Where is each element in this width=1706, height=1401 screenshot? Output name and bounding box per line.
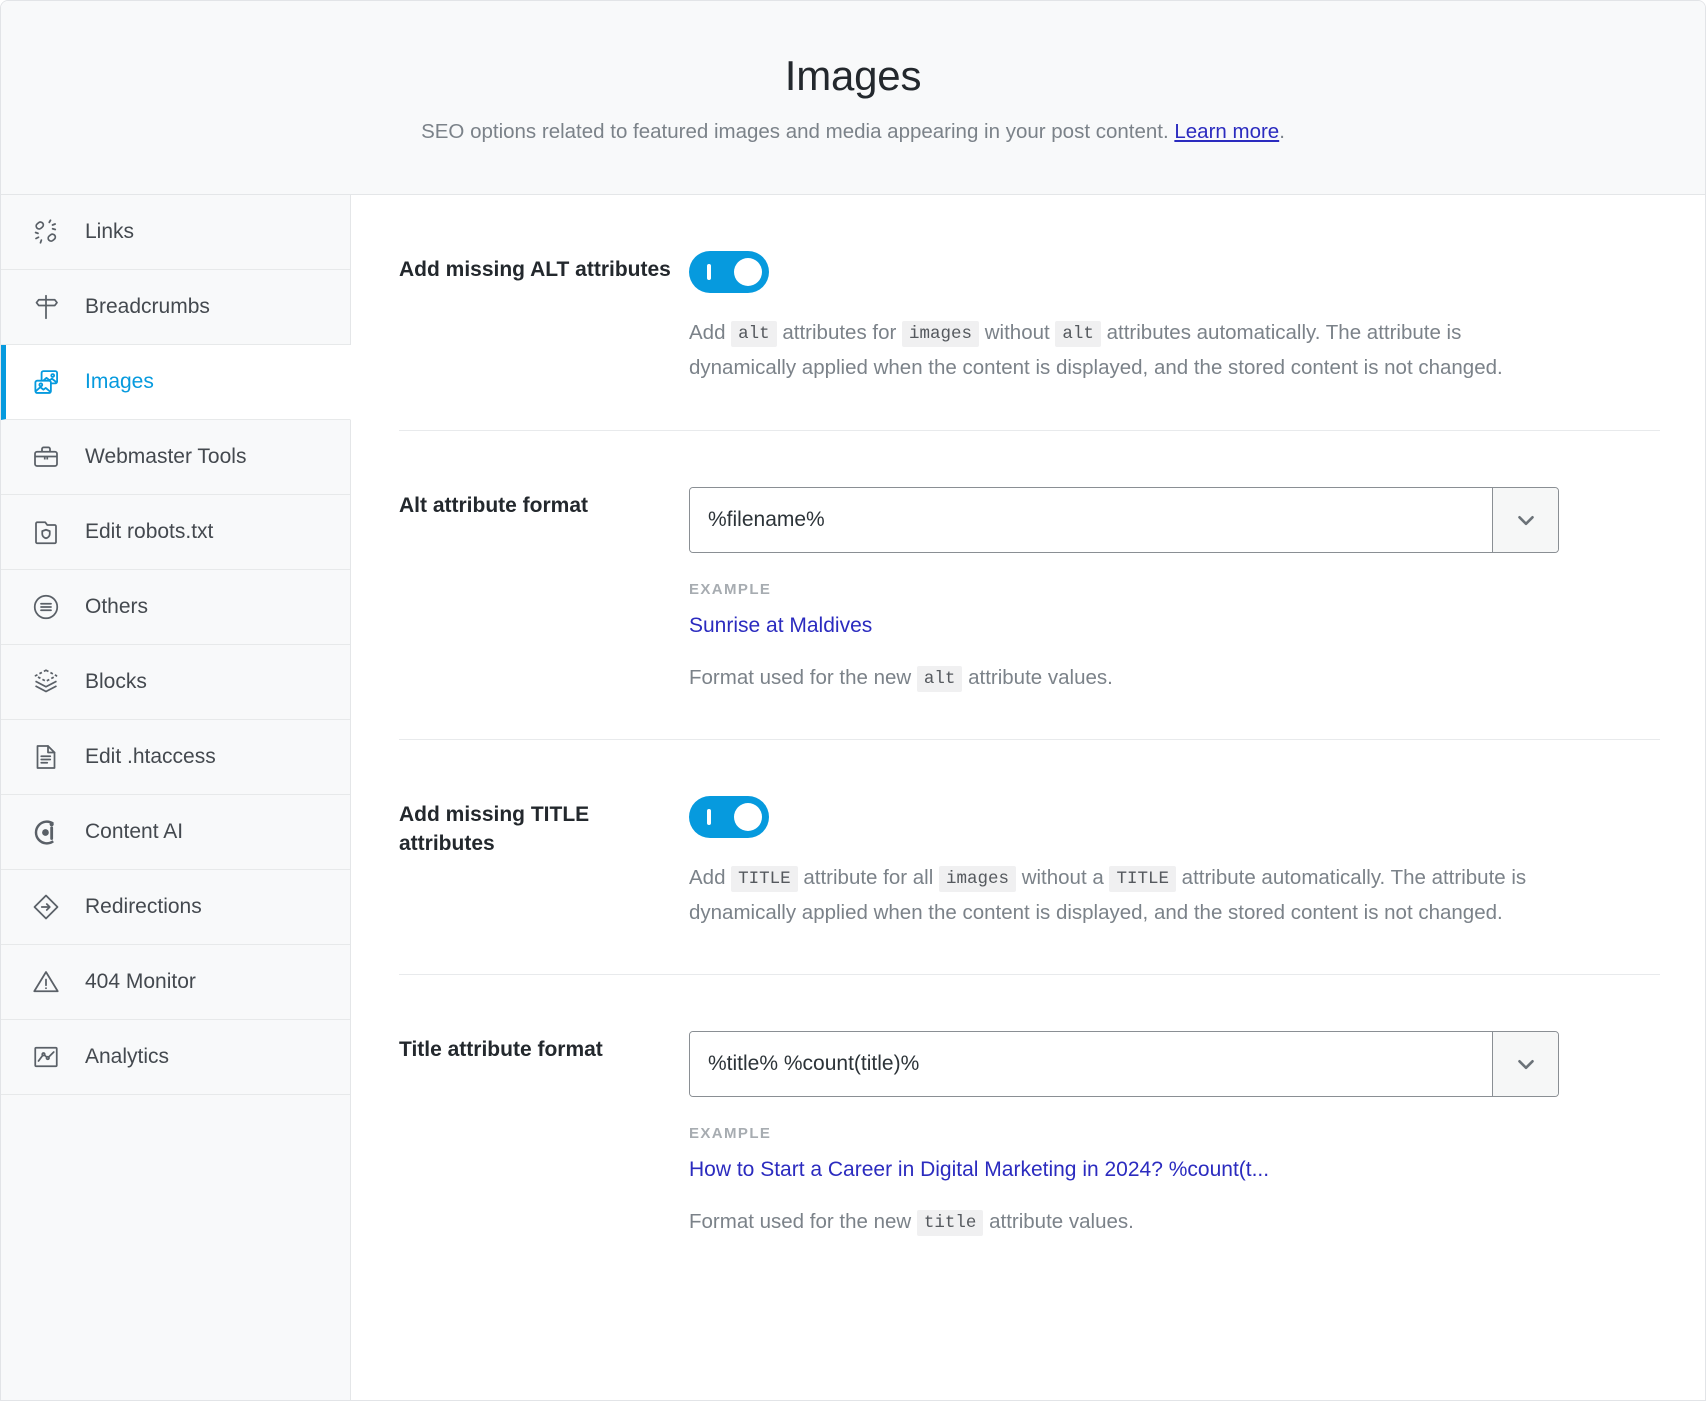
help-part: attribute for all — [797, 865, 939, 889]
page-subtitle: SEO options related to featured images a… — [421, 119, 1285, 146]
chevron-down-icon — [1513, 507, 1539, 533]
sidebar-item-analytics[interactable]: Analytics — [1, 1020, 350, 1095]
sidebar-item-edit-htaccess[interactable]: Edit .htaccess — [1, 720, 350, 795]
sidebar-item-blocks[interactable]: Blocks — [1, 645, 350, 720]
sidebar-item-label: Blocks — [85, 670, 147, 693]
code-token: TITLE — [1109, 865, 1176, 892]
document-lines-icon — [29, 740, 63, 774]
setting-label: Add missing TITLE attributes — [399, 802, 590, 856]
title-attribute-format-input[interactable] — [690, 1032, 1492, 1097]
help-part: attributes for — [776, 321, 903, 344]
sidebar-item-label: Webmaster Tools — [85, 445, 247, 468]
code-token: title — [916, 1210, 984, 1237]
robot-folder-icon — [29, 515, 63, 549]
settings-page: Images SEO options related to featured i… — [0, 0, 1706, 1401]
setting-field: Add TITLE attribute for all images witho… — [689, 795, 1660, 931]
setting-row-title-format: Title attribute format EXAMPLE — [399, 975, 1660, 1283]
code-token: alt — [1055, 321, 1101, 347]
content-ai-icon — [29, 815, 63, 849]
help-part: Add — [689, 865, 732, 889]
sidebar-item-label: Edit .htaccess — [85, 745, 216, 768]
sidebar-item-edit-robots-txt[interactable]: Edit robots.txt — [1, 495, 350, 570]
add-missing-alt-toggle[interactable] — [689, 251, 769, 293]
title-example-value[interactable]: How to Start a Career in Digital Marketi… — [689, 1156, 1660, 1184]
alt-help-text: Add alt attributes for images without al… — [689, 315, 1559, 386]
note-part: Format used for the new — [689, 1210, 917, 1234]
sidebar-item-others[interactable]: Others — [1, 570, 350, 645]
page-body: Links Breadcrumbs Images Webmaster Tools… — [1, 195, 1705, 1400]
note-part: attribute values. — [962, 665, 1113, 689]
sidebar-item-links[interactable]: Links — [1, 195, 350, 270]
title-format-note: Format used for the new title attribute … — [689, 1206, 1660, 1239]
alt-example-label: EXAMPLE — [689, 580, 772, 598]
chevron-down-icon — [1513, 1051, 1539, 1077]
sidebar-item-404-monitor[interactable]: 404 Monitor — [1, 945, 350, 1020]
layers-icon — [29, 665, 63, 699]
redirect-diamond-icon — [29, 890, 63, 924]
code-token: TITLE — [731, 865, 798, 892]
list-circle-icon — [29, 590, 63, 624]
help-part: Add — [689, 321, 732, 344]
code-token: images — [902, 321, 980, 347]
toggle-bar — [707, 264, 711, 280]
code-token: images — [938, 865, 1016, 892]
sidebar-item-label: Content AI — [85, 820, 184, 843]
sidebar-nav: Links Breadcrumbs Images Webmaster Tools… — [1, 195, 351, 1400]
images-icon — [29, 365, 63, 399]
sidebar-item-label: Analytics — [85, 1045, 170, 1068]
note-part: Format used for the new — [689, 665, 917, 689]
toggle-knob — [734, 802, 762, 831]
setting-row-alt-toggle: Add missing ALT attributes Add alt attri… — [399, 195, 1660, 431]
page-subtitle-text: SEO options related to featured images a… — [421, 120, 1175, 144]
sidebar-item-content-ai[interactable]: Content AI — [1, 795, 350, 870]
add-missing-title-toggle[interactable] — [689, 795, 769, 838]
alt-format-note: Format used for the new alt attribute va… — [689, 662, 1660, 695]
sidebar-item-breadcrumbs[interactable]: Breadcrumbs — [1, 270, 350, 345]
setting-label: Title attribute format — [399, 1038, 603, 1062]
links-icon — [29, 215, 63, 249]
toggle-knob — [734, 258, 762, 286]
signpost-icon — [29, 290, 63, 324]
help-part: without — [979, 321, 1056, 344]
code-token: alt — [916, 665, 963, 692]
sidebar-item-label: Links — [85, 220, 135, 243]
title-help-text: Add TITLE attribute for all images witho… — [689, 860, 1559, 931]
sidebar-item-label: Redirections — [85, 895, 202, 918]
toggle-bar — [707, 808, 711, 825]
sidebar-item-label: Others — [85, 595, 149, 618]
briefcase-icon — [29, 440, 63, 474]
alt-attribute-format-input[interactable] — [690, 487, 1492, 552]
sidebar-item-label: 404 Monitor — [85, 970, 196, 993]
note-part: attribute values. — [983, 1210, 1134, 1234]
sidebar-item-redirections[interactable]: Redirections — [1, 870, 350, 945]
analytics-chart-icon — [29, 1040, 63, 1074]
setting-field: EXAMPLE How to Start a Career in Digital… — [689, 1031, 1660, 1239]
title-example-label: EXAMPLE — [689, 1125, 772, 1143]
sidebar-item-label: Images — [85, 370, 154, 393]
setting-row-alt-format: Alt attribute format EXAMPLE — [399, 431, 1660, 740]
title-format-dropdown-button[interactable] — [1492, 1032, 1558, 1097]
setting-row-title-toggle: Add missing TITLE attributes Add TITLE a… — [399, 740, 1660, 976]
sidebar-item-label: Breadcrumbs — [85, 295, 210, 318]
page-title: Images — [784, 52, 922, 100]
page-subtitle-period: . — [1279, 120, 1285, 144]
help-part: without a — [1016, 865, 1110, 889]
setting-field: EXAMPLE Sunrise at Maldives Format used … — [689, 486, 1660, 695]
warning-triangle-icon — [29, 965, 63, 999]
sidebar-item-images[interactable]: Images — [1, 345, 351, 420]
settings-main: Add missing ALT attributes Add alt attri… — [351, 195, 1705, 1400]
setting-field: Add alt attributes for images without al… — [689, 251, 1660, 386]
sidebar-item-label: Edit robots.txt — [85, 520, 214, 543]
alt-example-value[interactable]: Sunrise at Maldives — [689, 612, 1660, 640]
alt-format-dropdown-button[interactable] — [1492, 487, 1558, 552]
setting-label: Alt attribute format — [399, 493, 588, 517]
alt-format-input-group — [689, 486, 1559, 553]
code-token: alt — [731, 321, 777, 347]
setting-label: Add missing ALT attributes — [399, 258, 671, 281]
title-format-input-group — [689, 1031, 1559, 1098]
sidebar-item-webmaster-tools[interactable]: Webmaster Tools — [1, 420, 350, 495]
page-header: Images SEO options related to featured i… — [1, 1, 1705, 195]
learn-more-link[interactable]: Learn more — [1174, 120, 1279, 143]
